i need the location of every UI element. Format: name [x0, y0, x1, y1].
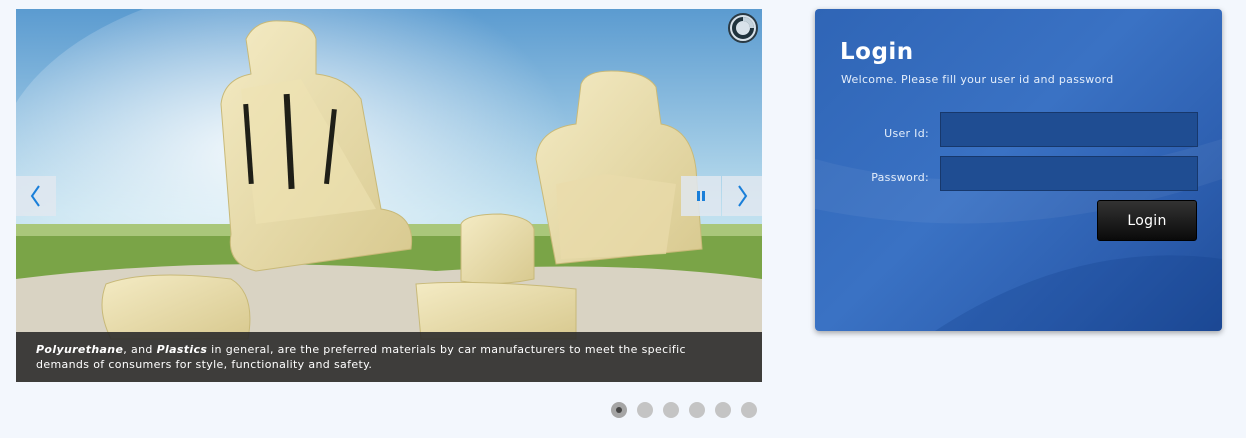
login-panel: Login Welcome. Please fill your user id …: [815, 9, 1222, 331]
chevron-right-icon: [738, 185, 748, 207]
slider-prev-button[interactable]: [16, 176, 56, 216]
pause-icon: [697, 191, 705, 201]
slider-dot-1[interactable]: [611, 402, 627, 418]
slider-dot-2[interactable]: [637, 402, 653, 418]
slide-caption: Polyurethane, and Plastics in general, a…: [16, 332, 762, 382]
chevron-left-icon: [30, 185, 40, 207]
login-subtitle: Welcome. Please fill your user id and pa…: [841, 73, 1114, 86]
caption-text-1: , and: [123, 343, 157, 356]
caption-bold-polyurethane: Polyurethane: [36, 343, 124, 356]
image-slider: Polyurethane, and Plastics in general, a…: [16, 9, 762, 382]
password-input[interactable]: [940, 156, 1198, 191]
userid-input[interactable]: [940, 112, 1198, 147]
slider-dot-4[interactable]: [689, 402, 705, 418]
slider-dot-3[interactable]: [663, 402, 679, 418]
slider-dot-6[interactable]: [741, 402, 757, 418]
userid-label: User Id:: [884, 127, 929, 140]
password-label: Password:: [871, 171, 929, 184]
slider-pause-button[interactable]: [681, 176, 721, 216]
login-title: Login: [840, 39, 914, 65]
slide-image-car-seats: [16, 9, 762, 382]
slider-pagination: [611, 402, 757, 418]
slider-dot-5[interactable]: [715, 402, 731, 418]
slider-next-button[interactable]: [722, 176, 762, 216]
loading-timer-icon: [728, 13, 758, 43]
login-button[interactable]: Login: [1097, 200, 1197, 241]
caption-bold-plastics: Plastics: [156, 343, 208, 356]
